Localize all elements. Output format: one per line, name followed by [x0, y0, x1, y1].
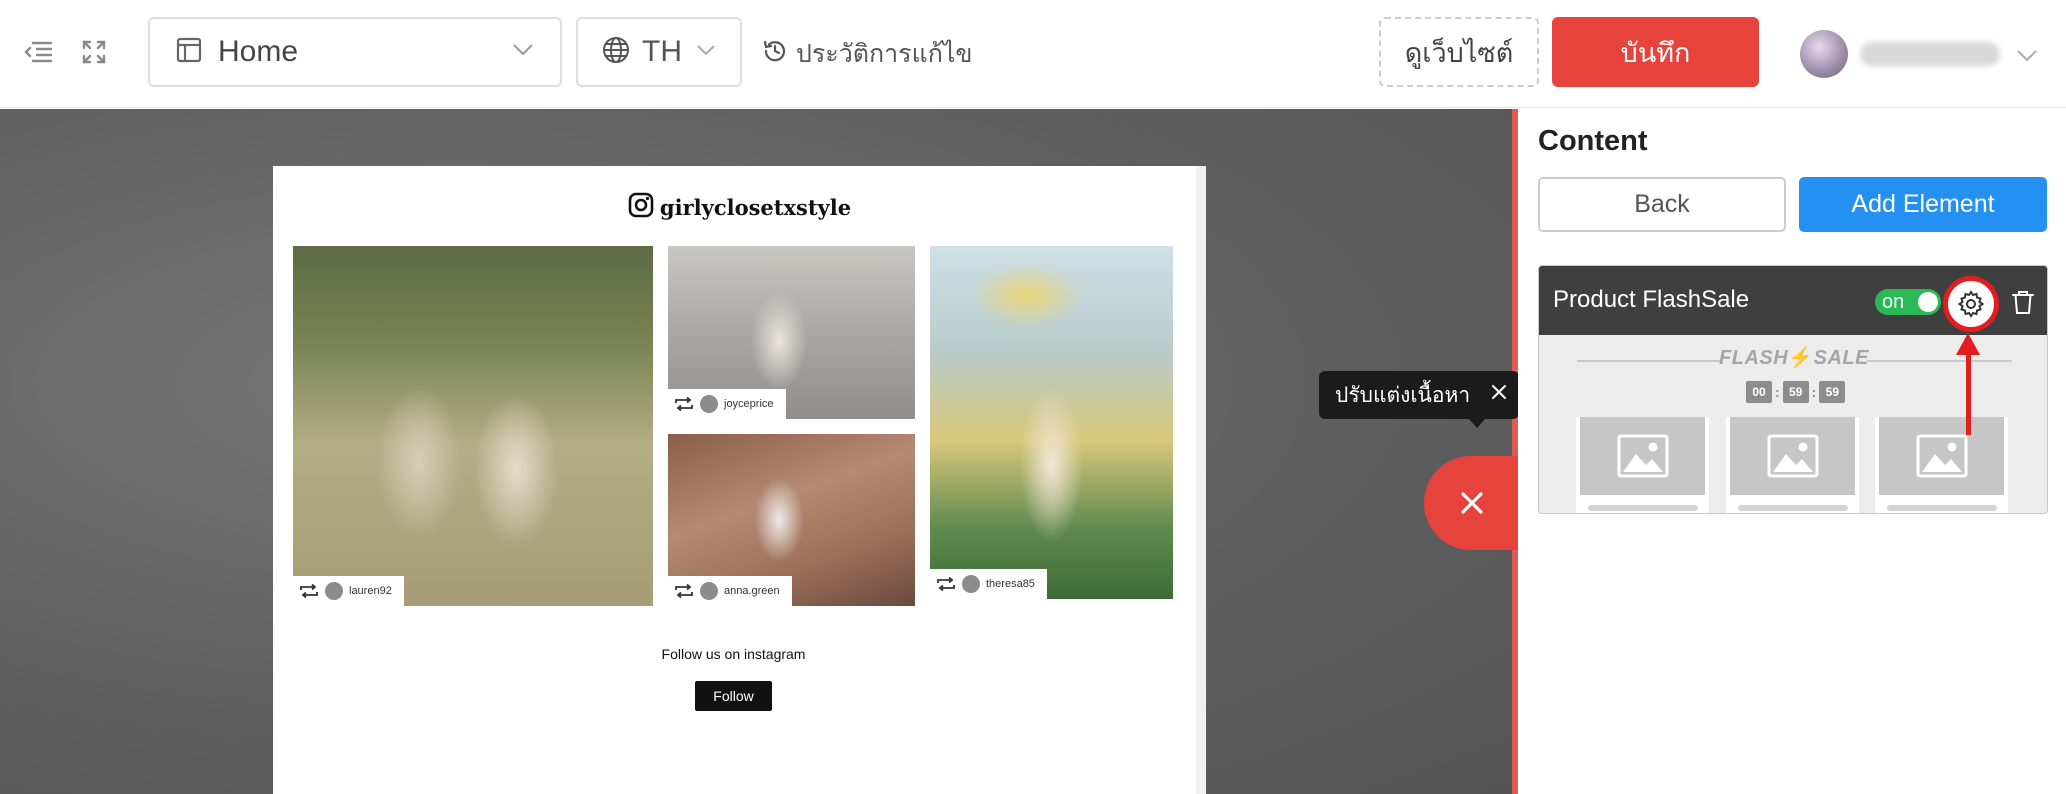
page-select-value: Home	[218, 35, 299, 68]
chevron-down-icon	[696, 43, 716, 61]
instagram-photo[interactable]: lauren92	[293, 246, 653, 606]
view-website-button[interactable]: ดูเว็บไซต์	[1379, 17, 1539, 87]
placeholder-bar	[1887, 505, 1997, 511]
sale-word: SALE	[1813, 347, 1869, 369]
timer-separator: :	[1811, 384, 1817, 400]
chevron-down-icon	[512, 43, 534, 62]
placeholder-bar	[1738, 505, 1848, 511]
timer-hours: 00	[1746, 381, 1772, 403]
element-card-header: Product FlashSale on	[1539, 266, 2047, 335]
photo-username: joyceprice	[724, 398, 774, 410]
product-placeholder	[1576, 417, 1709, 513]
photo-username: anna.green	[724, 585, 780, 597]
collapse-sidebar-icon[interactable]	[22, 36, 54, 68]
instagram-handle: girlyclosetxstyle	[659, 195, 852, 220]
close-panel-button[interactable]	[1424, 456, 1520, 550]
placeholder-bar	[1588, 505, 1698, 511]
settings-button[interactable]	[1943, 276, 1999, 332]
instagram-header: girlyclosetxstyle	[273, 192, 1206, 223]
follow-button[interactable]: Follow	[695, 681, 772, 711]
photo-username: theresa85	[986, 578, 1035, 590]
user-avatar-small	[325, 582, 343, 600]
globe-icon	[602, 36, 630, 69]
back-button[interactable]: Back	[1538, 177, 1786, 232]
content-panel: Content Back Add Element Product FlashSa…	[1518, 109, 2066, 794]
delete-element-button[interactable]	[2009, 288, 2037, 316]
top-bar: Home TH ประวัติการแก้ไข ดูเว็บไซต์ บันทึ…	[0, 0, 2066, 108]
tooltip-text: ปรับแต่งเนื้อหา	[1335, 383, 1471, 407]
element-card-product-flashsale[interactable]: Product FlashSale on FLASH⚡SALE 00 : 59	[1538, 265, 2048, 514]
photo-user-tag: anna.green	[668, 576, 792, 606]
repost-icon	[675, 397, 693, 411]
instagram-photo[interactable]: theresa85	[930, 246, 1173, 599]
user-avatar[interactable]	[1800, 30, 1848, 78]
photo-user-tag: joyceprice	[668, 389, 786, 419]
gear-icon	[1957, 290, 1985, 318]
element-visibility-toggle[interactable]: on	[1875, 289, 1941, 315]
user-avatar-small	[700, 395, 718, 413]
toggle-knob	[1918, 292, 1938, 312]
save-button[interactable]: บันทึก	[1552, 17, 1759, 87]
image-placeholder-icon	[1879, 417, 2004, 495]
preview-scroll-edge	[1196, 166, 1206, 794]
trash-icon	[2012, 291, 2034, 314]
user-avatar-small	[962, 575, 980, 593]
close-icon	[1461, 492, 1483, 514]
layout-icon	[176, 37, 202, 68]
image-placeholder-icon	[1580, 417, 1705, 495]
history-button[interactable]: ประวัติการแก้ไข	[762, 34, 973, 74]
toggle-label: on	[1882, 291, 1905, 313]
instagram-photo[interactable]: joyceprice	[668, 246, 915, 419]
product-placeholder	[1875, 417, 2008, 513]
repost-icon	[300, 584, 318, 598]
panel-title: Content	[1538, 125, 1648, 157]
history-icon	[762, 38, 788, 71]
user-avatar-small	[700, 582, 718, 600]
history-label: ประวัติการแก้ไข	[796, 40, 973, 68]
add-element-button[interactable]: Add Element	[1799, 177, 2047, 232]
photo-user-tag: theresa85	[930, 569, 1047, 599]
lightning-icon: ⚡	[1788, 347, 1814, 369]
repost-icon	[675, 584, 693, 598]
repost-icon	[937, 577, 955, 591]
close-icon[interactable]	[1489, 382, 1509, 402]
image-placeholder-icon	[1730, 417, 1855, 495]
fullscreen-icon[interactable]	[78, 36, 110, 68]
annotation-arrow-head	[1956, 333, 1980, 355]
timer-separator: :	[1775, 384, 1780, 400]
annotation-arrow	[1966, 352, 1971, 435]
language-select-dropdown[interactable]: TH	[576, 17, 742, 87]
username-blurred[interactable]	[1860, 42, 2000, 66]
timer-seconds: 59	[1819, 381, 1846, 403]
customize-content-tooltip: ปรับแต่งเนื้อหา	[1319, 371, 1519, 419]
language-value: TH	[642, 35, 682, 68]
flash-word: FLASH	[1719, 347, 1789, 369]
page-select-dropdown[interactable]: Home	[148, 17, 562, 87]
product-placeholder	[1726, 417, 1859, 513]
element-title: Product FlashSale	[1553, 286, 1750, 313]
chevron-down-icon[interactable]	[2012, 40, 2042, 70]
instagram-icon	[628, 192, 654, 223]
countdown-timer: 00 : 59 : 59	[1746, 381, 1846, 403]
instagram-section-preview[interactable]: girlyclosetxstyle lauren92 joyceprice an…	[273, 166, 1206, 794]
follow-caption: Follow us on instagram	[661, 646, 806, 662]
photo-user-tag: lauren92	[293, 576, 404, 606]
flashsale-thumbnail: FLASH⚡SALE 00 : 59 : 59	[1539, 335, 2047, 513]
instagram-photo[interactable]: anna.green	[668, 434, 915, 606]
tooltip-arrow	[1469, 419, 1485, 428]
photo-username: lauren92	[349, 585, 392, 597]
timer-minutes: 59	[1782, 381, 1809, 403]
